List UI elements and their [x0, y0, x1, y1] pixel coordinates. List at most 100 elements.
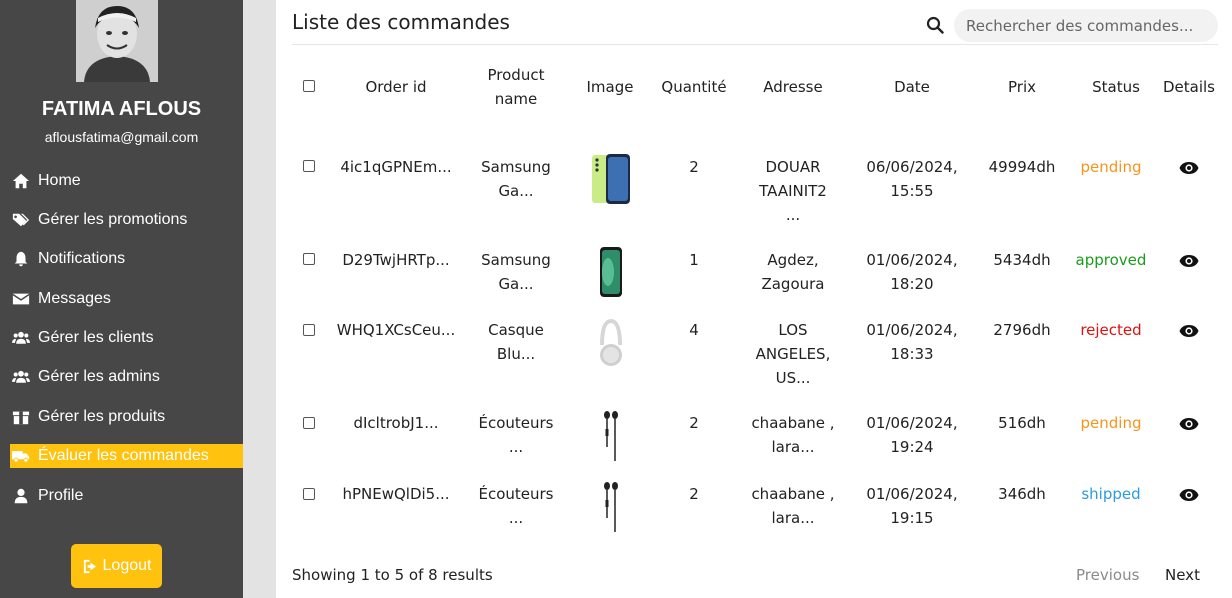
page-title: Liste des commandes — [292, 10, 510, 34]
eye-icon[interactable] — [1179, 253, 1199, 267]
col-address: Adresse — [763, 78, 823, 96]
address: lara... — [771, 438, 815, 456]
sign-out-icon — [83, 559, 96, 573]
row-checkbox[interactable] — [303, 324, 315, 336]
order-id: WHQ1XCsCeu... — [336, 321, 456, 339]
eye-icon[interactable] — [1179, 416, 1199, 430]
status-badge: rejected — [1080, 321, 1142, 339]
user-name: FATIMA AFLOUS — [41, 98, 202, 120]
address: DOUAR — [765, 158, 821, 176]
product-name: Ga... — [498, 182, 534, 200]
users-icon — [10, 329, 32, 347]
phone-green-icon — [586, 151, 636, 207]
bell-icon — [10, 250, 32, 268]
sidebar-item-notifications[interactable]: Notifications — [10, 247, 243, 271]
row-checkbox[interactable] — [303, 253, 315, 265]
product-name: Ga... — [498, 275, 534, 293]
quantity: 2 — [689, 158, 699, 176]
row-checkbox[interactable] — [303, 417, 315, 429]
eye-icon[interactable] — [1179, 323, 1199, 337]
price: 2796dh — [993, 321, 1051, 339]
address: ... — [785, 206, 801, 224]
home-icon — [10, 172, 32, 190]
tags-icon — [10, 211, 32, 229]
price: 346dh — [998, 485, 1046, 503]
date: 01/06/2024, — [866, 485, 958, 503]
sidebar-item-home[interactable]: Home — [10, 169, 243, 193]
sidebar-item-messages[interactable]: Messages — [10, 287, 243, 311]
col-product-line1: Product — [487, 66, 545, 84]
avatar — [76, 0, 158, 82]
box-icon — [10, 408, 32, 426]
sidebar-item-label: Gérer les produits — [38, 408, 166, 425]
product-name: Écouteurs — [478, 414, 554, 432]
address: Zagoura — [761, 275, 825, 293]
address: lara... — [771, 509, 815, 527]
sidebar-item-label: Gérer les clients — [38, 329, 154, 346]
sidebar-item-promotions[interactable]: Gérer les promotions — [10, 208, 243, 232]
headphones-icon — [586, 315, 636, 371]
sidebar-item-label: Home — [38, 172, 81, 189]
date: 18:20 — [890, 275, 934, 293]
envelope-icon — [10, 290, 32, 308]
sidebar-item-label: Notifications — [38, 250, 126, 267]
sidebar: FATIMA AFLOUS aflousfatima@gmail.com Hom… — [0, 0, 243, 598]
eye-icon[interactable] — [1179, 487, 1199, 501]
address: US... — [775, 369, 811, 387]
col-image: Image — [586, 78, 634, 96]
date: 15:55 — [890, 182, 934, 200]
search-input[interactable] — [954, 9, 1218, 42]
truck-icon — [10, 447, 32, 465]
product-name: Samsung — [481, 158, 551, 176]
sidebar-item-label: Messages — [38, 290, 111, 307]
order-id: hPNEwQlDi5... — [342, 485, 450, 503]
date: 19:24 — [890, 438, 934, 456]
price: 5434dh — [993, 251, 1051, 269]
order-id: 4ic1qGPNEm... — [340, 158, 452, 176]
main-content: Liste des commandes Order id Product nam… — [276, 0, 1232, 598]
sidebar-item-clients[interactable]: Gérer les clients — [10, 326, 243, 350]
date: 01/06/2024, — [866, 251, 958, 269]
sidebar-item-produits[interactable]: Gérer les produits — [10, 405, 243, 429]
previous-button[interactable]: Previous — [1076, 566, 1139, 584]
quantity: 1 — [689, 251, 699, 269]
sidebar-item-profile[interactable]: Profile — [10, 484, 243, 508]
date: 19:15 — [890, 509, 934, 527]
row-checkbox[interactable] — [303, 160, 315, 172]
product-name: ... — [508, 509, 524, 527]
address: Agdez, — [767, 251, 819, 269]
phone-black-icon — [586, 244, 636, 300]
user-email: aflousfatima@gmail.com — [44, 129, 199, 145]
date: 18:33 — [890, 345, 934, 363]
product-name: ... — [508, 438, 524, 456]
sidebar-item-commandes[interactable]: Évaluer les commandes — [10, 444, 243, 468]
product-name: Écouteurs — [478, 485, 554, 503]
price: 49994dh — [988, 158, 1056, 176]
sidebar-item-label: Gérer les promotions — [38, 211, 188, 228]
earphones-icon — [586, 478, 636, 534]
divider — [292, 44, 1218, 45]
col-details: Details — [1162, 78, 1215, 96]
address: chaabane , — [751, 414, 835, 432]
status-badge: pending — [1080, 414, 1142, 432]
col-status: Status — [1092, 78, 1140, 96]
sidebar-item-admins[interactable]: Gérer les admins — [10, 365, 243, 389]
user-icon — [10, 487, 32, 505]
logout-button[interactable]: Logout — [71, 544, 162, 588]
row-checkbox[interactable] — [303, 488, 315, 500]
date: 01/06/2024, — [866, 414, 958, 432]
select-all-checkbox[interactable] — [303, 80, 315, 92]
eye-icon[interactable] — [1179, 160, 1199, 174]
search-icon[interactable] — [926, 16, 944, 34]
sidebar-item-label: Évaluer les commandes — [38, 447, 209, 464]
price: 516dh — [998, 414, 1046, 432]
quantity: 2 — [689, 485, 699, 503]
pagination-summary: Showing 1 to 5 of 8 results — [292, 566, 493, 584]
order-id: D29TwjHRTp... — [342, 251, 450, 269]
quantity: 4 — [689, 321, 699, 339]
content-gutter — [243, 0, 276, 598]
address: chaabane , — [751, 485, 835, 503]
status-badge: pending — [1080, 158, 1142, 176]
date: 06/06/2024, — [866, 158, 958, 176]
next-button[interactable]: Next — [1165, 566, 1200, 584]
